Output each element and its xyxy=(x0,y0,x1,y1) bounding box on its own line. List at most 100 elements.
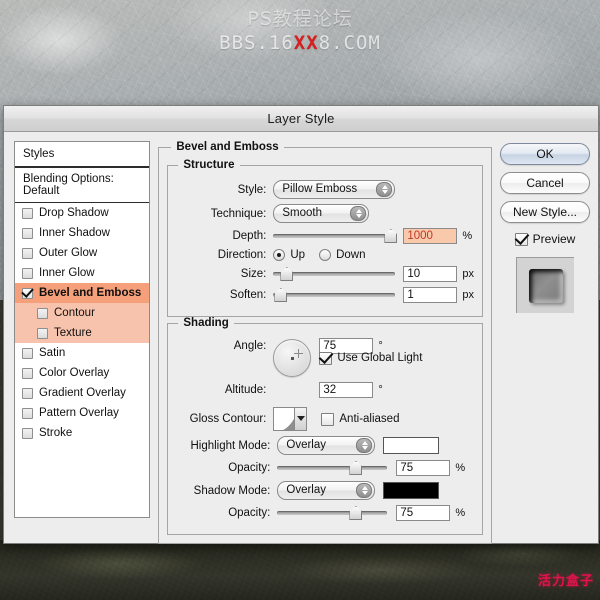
chevron-updown-icon[interactable] xyxy=(356,438,373,453)
technique-value: Smooth xyxy=(282,207,323,219)
altitude-input[interactable]: 32 xyxy=(319,382,374,398)
shading-legend: Shading xyxy=(183,317,229,329)
structure-group: Structure Style: Pillow Emboss Technique… xyxy=(167,159,483,317)
shadow-opacity-label: Opacity: xyxy=(228,507,271,519)
checkbox-icon-contour[interactable] xyxy=(37,307,48,319)
angle-dial[interactable] xyxy=(273,339,312,377)
size-row: Size: 10 px xyxy=(174,266,474,282)
radio-direction-down[interactable] xyxy=(319,249,332,261)
bevel-and-emboss-group-title: Bevel and Emboss xyxy=(176,141,279,153)
highlight-opacity-knob[interactable] xyxy=(349,461,363,475)
blending-options-row[interactable]: Blending Options: Default xyxy=(15,168,150,203)
preview-checkbox[interactable]: Preview xyxy=(514,232,575,246)
radio-direction-up[interactable] xyxy=(273,249,286,261)
checkbox-icon-inner-glow[interactable] xyxy=(22,267,33,279)
highlight-opacity-input[interactable]: 75 xyxy=(396,460,451,476)
shadow-color-swatch[interactable] xyxy=(383,482,440,499)
size-slider[interactable] xyxy=(273,267,396,281)
angle-unit: ° xyxy=(378,340,383,352)
highlight-mode-dropdown[interactable]: Overlay xyxy=(277,436,376,455)
effect-label: Drop Shadow xyxy=(39,207,109,219)
effect-row-inner-shadow[interactable]: Inner Shadow xyxy=(15,223,149,243)
soften-slider-track[interactable] xyxy=(273,293,396,297)
shadow-opacity-row: Opacity: 75 % xyxy=(174,505,474,521)
shadow-mode-row: Shadow Mode: Overlay xyxy=(174,481,474,500)
effect-label: Stroke xyxy=(39,427,73,439)
size-input[interactable]: 10 xyxy=(403,266,458,282)
size-slider-knob[interactable] xyxy=(280,267,294,281)
soften-row: Soften: 1 px xyxy=(174,287,474,303)
effect-row-outer-glow[interactable]: Outer Glow xyxy=(15,243,149,263)
checkbox-icon-global-light[interactable] xyxy=(319,351,333,365)
shadow-opacity-knob[interactable] xyxy=(349,506,363,520)
anti-aliased-checkbox[interactable]: Anti-aliased xyxy=(321,412,400,426)
layer-style-dialog: Layer Style Styles Blending Options: Def… xyxy=(3,105,599,544)
checkbox-icon-bevel-and-emboss[interactable] xyxy=(22,287,33,299)
chevron-down-icon[interactable] xyxy=(294,408,307,430)
checkbox-icon-inner-shadow[interactable] xyxy=(22,227,33,239)
soften-input[interactable]: 1 xyxy=(403,287,458,303)
effect-label: Inner Glow xyxy=(39,267,95,279)
checkbox-icon-texture[interactable] xyxy=(37,327,48,339)
highlight-color-swatch[interactable] xyxy=(383,437,440,454)
shading-group: Shading Angle: 75 ° Use Global Light Alt… xyxy=(167,317,483,535)
settings-area: Bevel and Emboss Structure Style: Pillow… xyxy=(158,141,492,544)
shadow-opacity-track[interactable] xyxy=(277,511,388,515)
style-dropdown[interactable]: Pillow Emboss xyxy=(273,180,396,199)
chevron-updown-icon[interactable] xyxy=(350,206,367,221)
use-global-light-checkbox[interactable]: Use Global Light xyxy=(319,351,422,365)
depth-slider-knob[interactable] xyxy=(384,229,398,243)
effect-label: Inner Shadow xyxy=(39,227,110,239)
effect-row-inner-glow[interactable]: Inner Glow xyxy=(15,263,149,283)
chevron-updown-icon[interactable] xyxy=(356,483,373,498)
checkbox-icon-color-overlay[interactable] xyxy=(22,367,33,379)
effect-row-texture[interactable]: Texture xyxy=(15,323,150,343)
checkbox-icon-drop-shadow[interactable] xyxy=(22,207,33,219)
shadow-opacity-input[interactable]: 75 xyxy=(396,505,451,521)
shadow-mode-dropdown[interactable]: Overlay xyxy=(277,481,376,500)
preview-thumbnail xyxy=(516,257,574,313)
checkbox-icon-stroke[interactable] xyxy=(22,427,33,439)
blending-options-label: Blending Options: Default xyxy=(23,173,114,197)
depth-slider[interactable] xyxy=(273,229,398,243)
highlight-opacity-track[interactable] xyxy=(277,466,388,470)
styles-panel-header[interactable]: Styles xyxy=(15,142,150,168)
soften-slider[interactable] xyxy=(273,288,396,302)
technique-dropdown[interactable]: Smooth xyxy=(273,204,370,223)
checkbox-icon-satin[interactable] xyxy=(22,347,33,359)
depth-slider-track[interactable] xyxy=(273,234,396,238)
checkbox-icon-pattern-overlay[interactable] xyxy=(22,407,33,419)
effect-row-color-overlay[interactable]: Color Overlay xyxy=(15,363,149,383)
cancel-button[interactable]: Cancel xyxy=(500,172,590,194)
new-style-button[interactable]: New Style... xyxy=(500,201,590,223)
checkbox-icon-anti-aliased[interactable] xyxy=(321,412,335,426)
button-column: OK Cancel New Style... Preview xyxy=(500,141,590,518)
highlight-mode-row: Highlight Mode: Overlay xyxy=(174,436,474,455)
effect-row-drop-shadow[interactable]: Drop Shadow xyxy=(15,203,149,223)
highlight-opacity-label: Opacity: xyxy=(228,462,271,474)
dial-center-dot xyxy=(291,357,295,360)
soften-label: Soften: xyxy=(229,289,267,301)
effect-row-contour[interactable]: Contour xyxy=(15,303,150,323)
ok-button[interactable]: OK xyxy=(500,143,590,165)
anti-aliased-label: Anti-aliased xyxy=(339,413,400,425)
altitude-row: Altitude: 32 ° xyxy=(174,382,474,398)
checkbox-icon-preview[interactable] xyxy=(514,232,528,246)
checkbox-icon-outer-glow[interactable] xyxy=(22,247,33,259)
highlight-opacity-slider[interactable] xyxy=(277,461,388,475)
effect-row-satin[interactable]: Satin xyxy=(15,343,149,363)
chevron-updown-icon[interactable] xyxy=(376,182,393,197)
gloss-contour-picker[interactable] xyxy=(273,407,308,431)
effect-row-stroke[interactable]: Stroke xyxy=(15,423,149,443)
technique-label: Technique: xyxy=(210,207,267,220)
soften-slider-knob[interactable] xyxy=(274,288,288,302)
effect-row-pattern-overlay[interactable]: Pattern Overlay xyxy=(15,403,149,423)
checkbox-icon-gradient-overlay[interactable] xyxy=(22,387,33,399)
shadow-opacity-unit: % xyxy=(455,507,466,519)
depth-input[interactable]: 1000 xyxy=(403,228,458,244)
effect-row-gradient-overlay[interactable]: Gradient Overlay xyxy=(15,383,149,403)
shadow-opacity-slider[interactable] xyxy=(277,506,388,520)
dialog-titlebar[interactable]: Layer Style xyxy=(4,106,598,132)
effect-row-bevel-and-emboss[interactable]: Bevel and Emboss xyxy=(15,283,150,303)
dialog-title: Layer Style xyxy=(267,111,335,126)
